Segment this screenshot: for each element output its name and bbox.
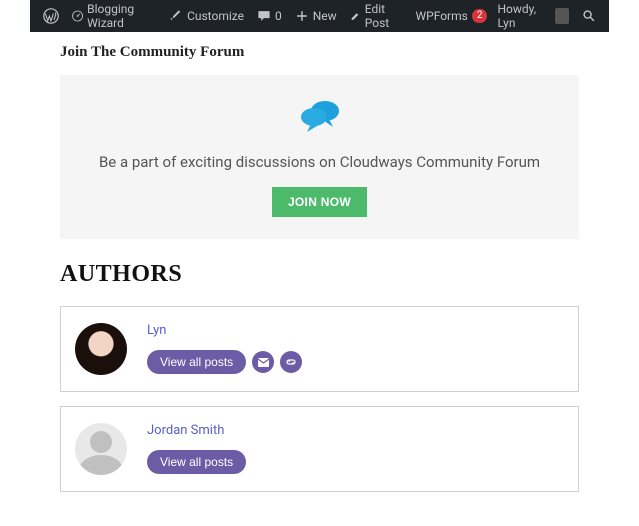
account-link[interactable]: Howdy, Lyn xyxy=(492,2,574,30)
search-toggle[interactable] xyxy=(577,9,601,23)
author-name-link[interactable]: Jordan Smith xyxy=(147,423,246,438)
envelope-icon xyxy=(258,358,269,367)
new-link[interactable]: New xyxy=(290,9,342,23)
comments-count: 0 xyxy=(275,9,282,23)
author-actions: View all posts xyxy=(147,450,246,474)
new-text: New xyxy=(313,9,337,23)
comment-icon xyxy=(257,9,271,23)
wpforms-link[interactable]: WPForms 2 xyxy=(410,9,492,23)
wordpress-icon xyxy=(43,8,59,24)
view-all-posts-button[interactable]: View all posts xyxy=(147,450,246,474)
author-name-link[interactable]: Lyn xyxy=(147,323,302,338)
forum-panel: Be a part of exciting discussions on Clo… xyxy=(60,75,579,239)
avatar-thumb xyxy=(555,8,569,24)
wp-admin-bar: Blogging Wizard Customize 0 New Edit Pos… xyxy=(30,0,609,32)
author-info: Jordan Smith View all posts xyxy=(147,423,246,474)
chat-icon xyxy=(80,99,559,139)
search-icon xyxy=(582,9,596,23)
wp-logo[interactable] xyxy=(38,8,64,24)
site-name-text: Blogging Wizard xyxy=(87,2,156,30)
view-all-posts-button[interactable]: View all posts xyxy=(147,350,246,374)
author-avatar xyxy=(75,423,127,475)
plus-icon xyxy=(295,9,309,23)
join-now-button[interactable]: JOIN NOW xyxy=(272,187,367,217)
wpforms-text: WPForms xyxy=(415,9,467,23)
forum-title: Join The Community Forum xyxy=(60,44,579,61)
author-actions: View all posts xyxy=(147,350,302,374)
pencil-icon xyxy=(350,9,361,23)
customize-link[interactable]: Customize xyxy=(164,9,249,23)
link-icon xyxy=(285,356,297,368)
forum-description: Be a part of exciting discussions on Clo… xyxy=(80,153,559,171)
admin-bar-right: Howdy, Lyn xyxy=(492,2,601,30)
edit-post-text: Edit Post xyxy=(365,2,403,30)
customize-text: Customize xyxy=(187,9,244,23)
author-avatar xyxy=(75,323,127,375)
link-button[interactable] xyxy=(280,351,302,373)
admin-bar-left: Blogging Wizard Customize 0 New Edit Pos… xyxy=(38,2,492,30)
dashboard-icon xyxy=(72,9,83,23)
wpforms-badge: 2 xyxy=(472,9,488,23)
comments-link[interactable]: 0 xyxy=(252,9,287,23)
brush-icon xyxy=(169,9,183,23)
author-card: Jordan Smith View all posts xyxy=(60,406,579,492)
author-card: Lyn View all posts xyxy=(60,306,579,392)
email-button[interactable] xyxy=(252,351,274,373)
authors-heading: AUTHORS xyxy=(60,261,579,288)
site-name-link[interactable]: Blogging Wizard xyxy=(67,2,161,30)
author-info: Lyn View all posts xyxy=(147,323,302,374)
main-content: Join The Community Forum Be a part of ex… xyxy=(0,32,639,526)
howdy-text: Howdy, Lyn xyxy=(497,2,550,30)
edit-post-link[interactable]: Edit Post xyxy=(345,2,408,30)
